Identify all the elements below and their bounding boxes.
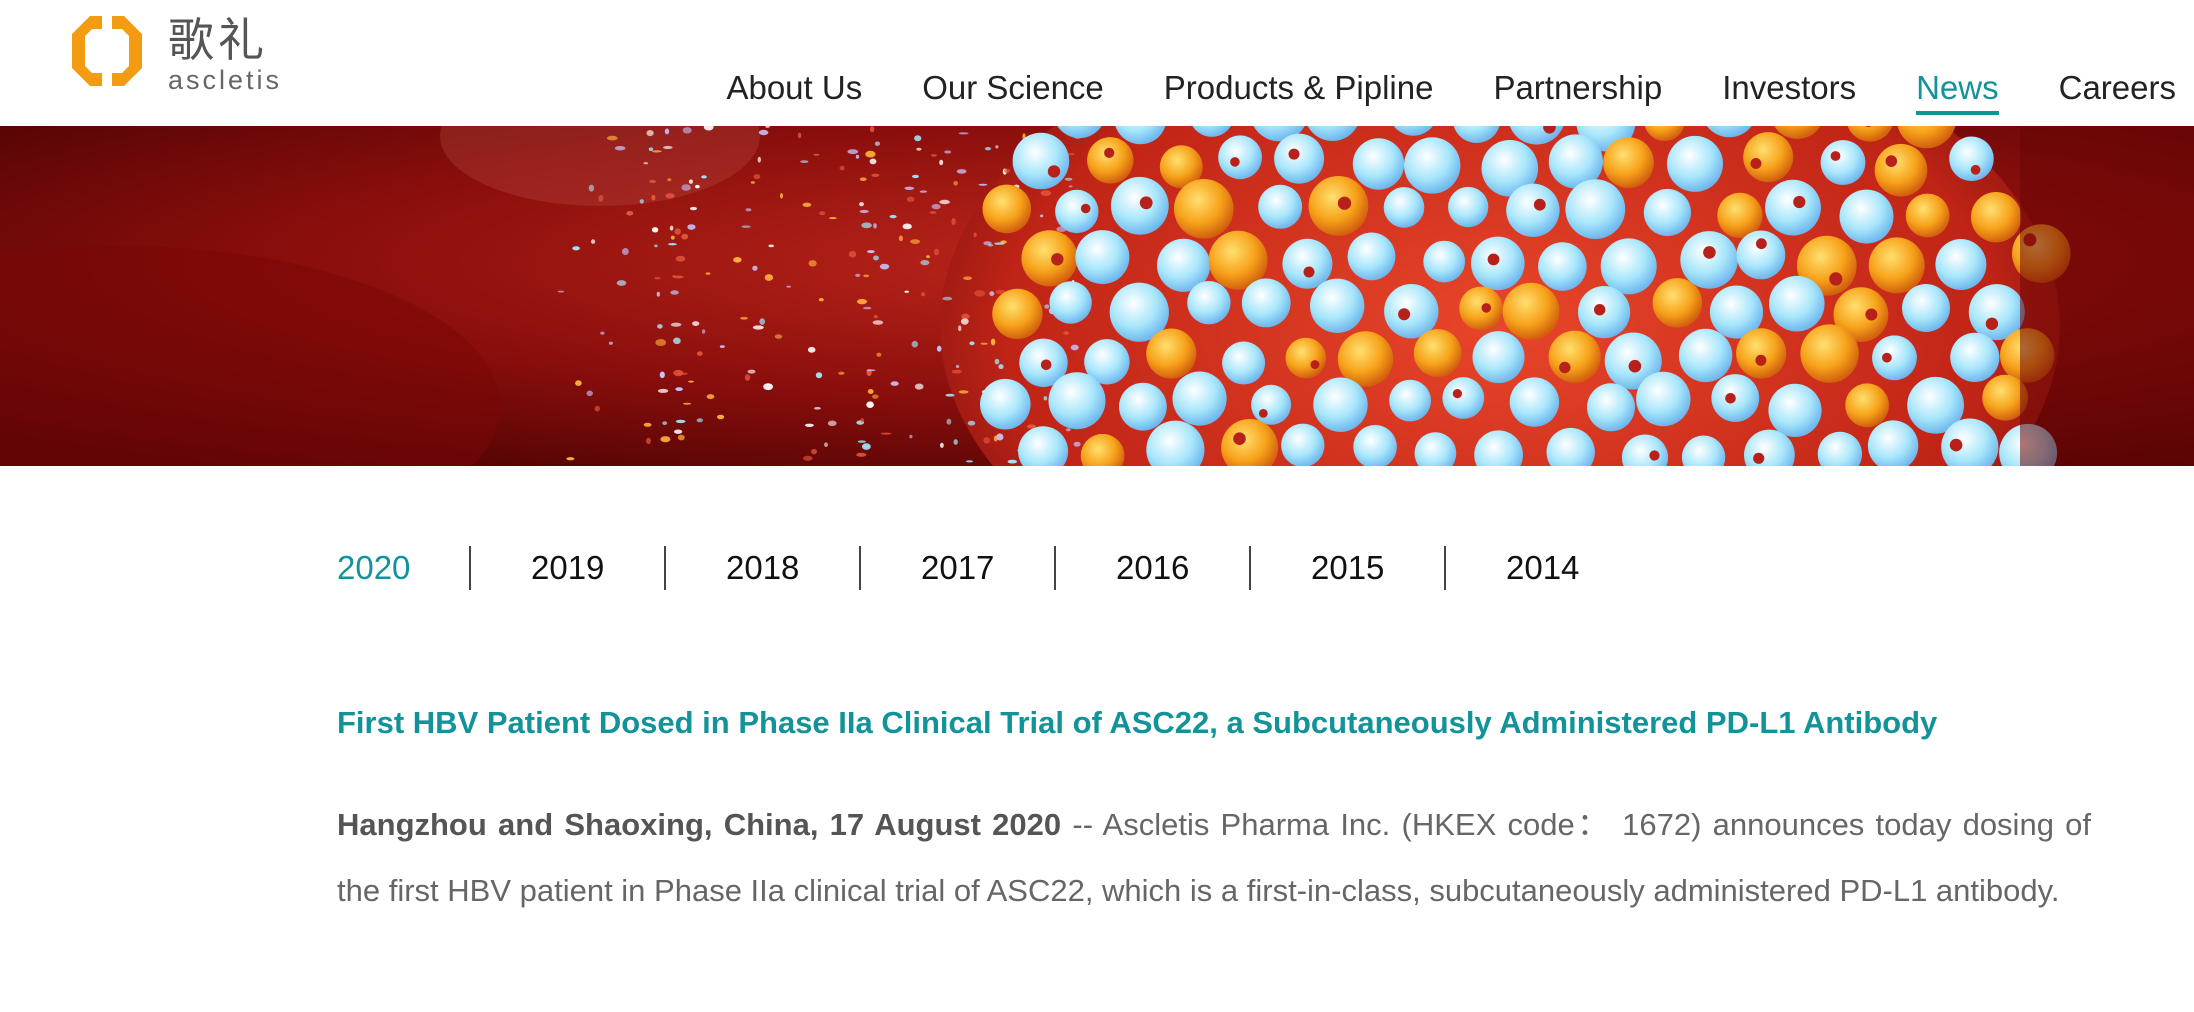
nav-item-investors[interactable]: Investors [1722,64,1856,112]
tab-divider [1444,546,1446,590]
logo-english-name: ascletis [168,65,283,95]
tab-divider [664,546,666,590]
nav-item-careers[interactable]: Careers [2059,64,2176,112]
nav-item-about-us[interactable]: About Us [726,64,862,112]
tab-year-2019[interactable]: 2019 [531,546,664,590]
site-header: 歌礼 ascletis About Us Our Science Product… [0,0,2194,126]
nav-item-news[interactable]: News [1916,64,1999,115]
main-nav: About Us Our Science Products & Pipline … [666,64,2194,115]
year-filter-tabs: 2020 2019 2018 2017 2016 2015 2014 [337,546,1639,590]
tab-year-2017[interactable]: 2017 [921,546,1054,590]
logo[interactable]: 歌礼 ascletis [72,13,283,95]
tab-divider [1054,546,1056,590]
tab-divider [469,546,471,590]
nav-item-products-pipeline[interactable]: Products & Pipline [1164,64,1434,112]
nav-item-our-science[interactable]: Our Science [922,64,1104,112]
nav-item-partnership[interactable]: Partnership [1493,64,1662,112]
article-dateline: Hangzhou and Shaoxing, China, 17 August … [337,807,1062,842]
tab-year-2018[interactable]: 2018 [726,546,859,590]
tab-year-2015[interactable]: 2015 [1311,546,1444,590]
article-title-link[interactable]: First HBV Patient Dosed in Phase IIa Cli… [337,705,1937,741]
tab-year-2020[interactable]: 2020 [337,546,469,590]
tab-year-2016[interactable]: 2016 [1116,546,1249,590]
logo-mark-icon [72,16,142,86]
tab-year-2014[interactable]: 2014 [1506,546,1639,590]
logo-chinese-name: 歌礼 [168,13,268,67]
hero-banner-image [0,126,2194,466]
tab-divider [1249,546,1251,590]
tab-divider [859,546,861,590]
article-summary: Hangzhou and Shaoxing, China, 17 August … [337,792,2091,924]
